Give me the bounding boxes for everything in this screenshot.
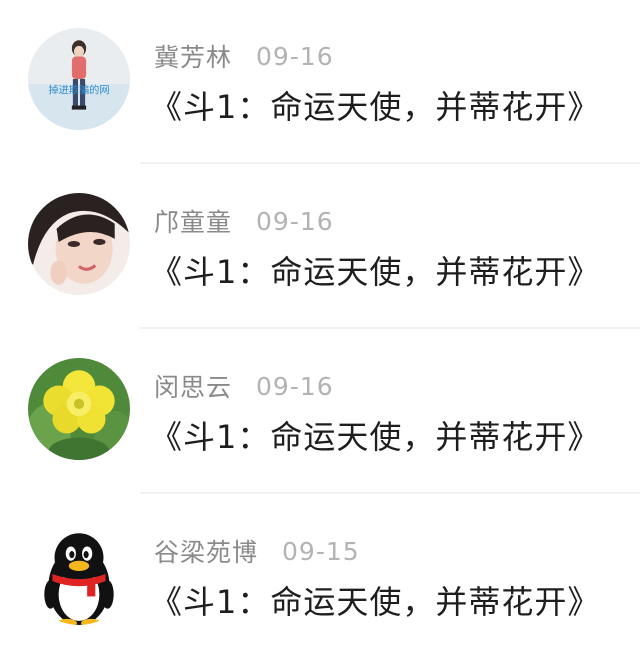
timestamp: 09-16: [256, 206, 334, 236]
username[interactable]: 邝童童: [154, 203, 232, 239]
divider: [140, 327, 640, 329]
username[interactable]: 谷梁苑博: [154, 533, 258, 569]
comment-text: 《斗1：命运天使，并蒂花开》: [150, 583, 601, 621]
comment-item[interactable]: 掉进欺骗的网 冀芳林 09-16 《斗1：命运天使，并蒂花开》: [0, 0, 640, 165]
meta-row: 邝童童 09-16: [154, 201, 334, 241]
username[interactable]: 冀芳林: [154, 38, 232, 74]
comment-text: 《斗1：命运天使，并蒂花开》: [150, 253, 601, 291]
comment-list: 掉进欺骗的网 冀芳林 09-16 《斗1：命运天使，并蒂花开》 邝童童 09-1…: [0, 0, 640, 625]
meta-row: 谷梁苑博 09-15: [154, 531, 360, 571]
divider: [140, 162, 640, 164]
qq-penguin-avatar-icon[interactable]: [28, 523, 130, 625]
avatar-image: 掉进欺骗的网: [28, 28, 130, 130]
yellow-flower-avatar-icon[interactable]: [28, 358, 130, 460]
timestamp: 09-16: [256, 41, 334, 71]
avatar-image: [28, 193, 130, 295]
avatar-image: [28, 523, 130, 625]
comment-text: 《斗1：命运天使，并蒂花开》: [150, 418, 601, 456]
meta-row: 冀芳林 09-16: [154, 36, 334, 76]
woman-selfie-avatar-icon[interactable]: [28, 193, 130, 295]
username[interactable]: 闵思云: [154, 368, 232, 404]
avatar-image: [28, 358, 130, 460]
comment-item[interactable]: 闵思云 09-16 《斗1：命运天使，并蒂花开》: [0, 330, 640, 495]
meta-row: 闵思云 09-16: [154, 366, 334, 406]
comment-item[interactable]: 谷梁苑博 09-15 《斗1：命运天使，并蒂花开》: [0, 495, 640, 660]
timestamp: 09-15: [282, 536, 360, 566]
timestamp: 09-16: [256, 371, 334, 401]
girl-photo-avatar-icon[interactable]: 掉进欺骗的网: [28, 28, 130, 130]
svg-text:掉进欺骗的网: 掉进欺骗的网: [48, 83, 109, 96]
divider: [140, 492, 640, 494]
comment-text: 《斗1：命运天使，并蒂花开》: [150, 88, 601, 126]
comment-item[interactable]: 邝童童 09-16 《斗1：命运天使，并蒂花开》: [0, 165, 640, 330]
